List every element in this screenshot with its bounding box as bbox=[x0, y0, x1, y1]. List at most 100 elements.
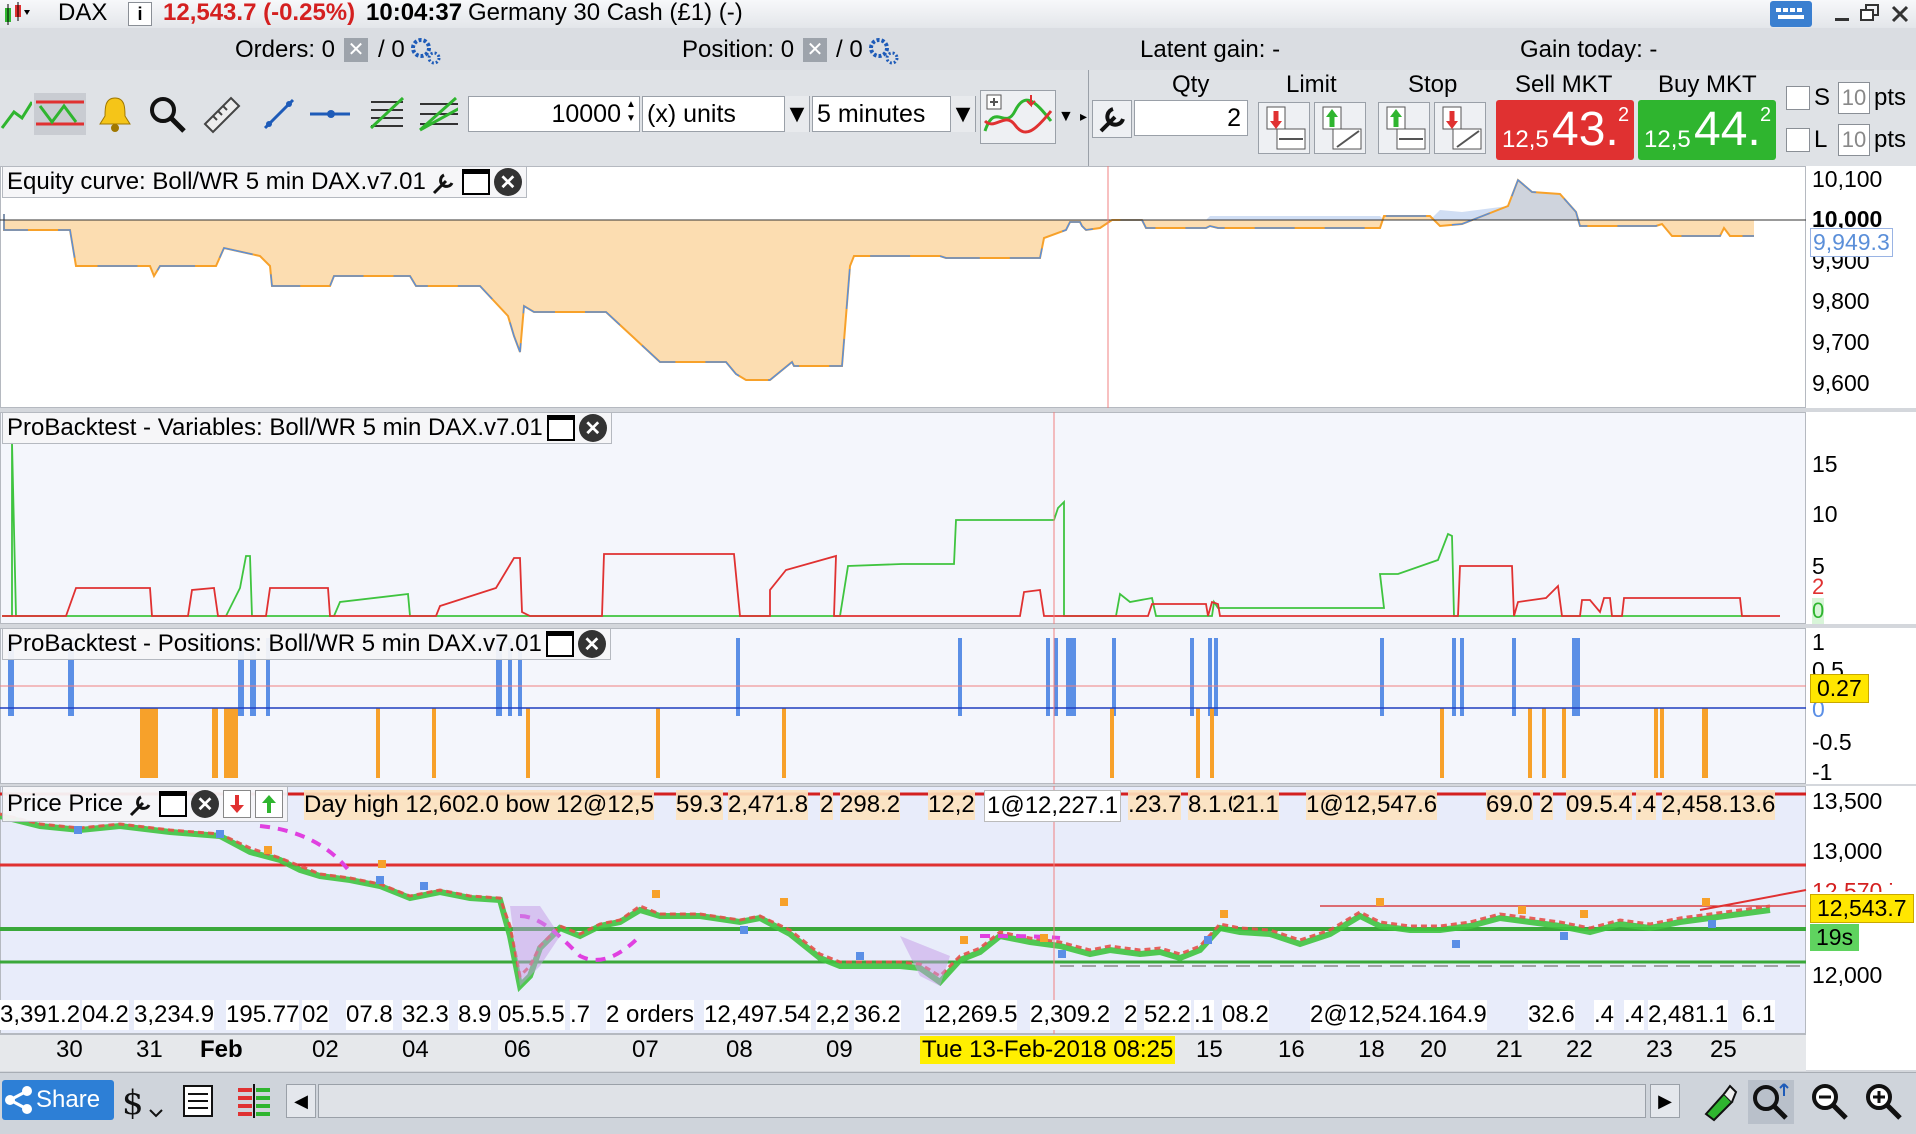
scroll-left-icon[interactable]: ◀ bbox=[286, 1084, 316, 1118]
price-order-label: 02 bbox=[302, 1000, 329, 1030]
price-overlay-label: 2,458.1 bbox=[1662, 790, 1743, 820]
chevron-down-icon[interactable]: ▼ bbox=[950, 96, 975, 132]
stop-checkbox[interactable] bbox=[1786, 86, 1810, 110]
price-order-label: .4 bbox=[1624, 1000, 1645, 1030]
limit-sell-button[interactable] bbox=[1258, 102, 1310, 154]
close-panel-icon[interactable]: ✕ bbox=[578, 414, 607, 442]
price-order-label: 3,391.2 bbox=[0, 1000, 81, 1030]
quantity-input[interactable]: 10000 bbox=[468, 96, 640, 132]
chevron-right-icon[interactable]: ▸ bbox=[1080, 108, 1087, 125]
share-label: Share bbox=[36, 1086, 101, 1113]
zoom-search-icon[interactable] bbox=[146, 93, 188, 135]
horizontal-line-icon[interactable] bbox=[308, 93, 350, 135]
close-icon[interactable] bbox=[1888, 2, 1912, 26]
date-label: 31 bbox=[136, 1036, 163, 1063]
restore-icon[interactable] bbox=[1858, 2, 1882, 26]
price-y-label: 12,000 bbox=[1812, 962, 1883, 988]
draw-tools-icon[interactable] bbox=[1700, 1080, 1738, 1122]
fan-icon[interactable] bbox=[416, 93, 458, 135]
currency-icon[interactable]: $ bbox=[118, 1080, 166, 1124]
price-overlay-label: 12,2 bbox=[928, 790, 975, 820]
share-icon bbox=[2, 1083, 36, 1117]
price-order-label: 08.2 bbox=[1222, 1000, 1269, 1030]
positions-panel-title: ProBacktest - Positions: Boll/WR 5 min D… bbox=[2, 628, 611, 660]
price-overlay-label: .4 bbox=[1612, 790, 1633, 820]
price-overlay-label: 2 bbox=[820, 790, 834, 820]
close-panel-icon[interactable]: ✕ bbox=[493, 168, 522, 196]
maximize-panel-icon[interactable] bbox=[546, 415, 575, 441]
qty-input[interactable]: 2 bbox=[1134, 100, 1248, 136]
equity-chart bbox=[0, 166, 1806, 408]
limit-header: Limit bbox=[1286, 71, 1337, 98]
price-y-label: 13,000 bbox=[1812, 838, 1883, 864]
horizontal-scrollbar[interactable] bbox=[318, 1084, 1646, 1118]
buy-arrow-icon[interactable] bbox=[255, 790, 284, 818]
limit-pts-input[interactable]: 10 bbox=[1838, 124, 1870, 156]
stop-checkbox-label: S bbox=[1814, 84, 1831, 111]
sell-arrow-icon[interactable] bbox=[223, 790, 252, 818]
variables-y-label: 15 bbox=[1812, 451, 1838, 477]
date-label: 07 bbox=[632, 1036, 659, 1063]
position-count[interactable]: Position: 0 bbox=[682, 36, 794, 64]
price-order-label: 05.5.5 bbox=[498, 1000, 565, 1030]
sell-market-button[interactable]: 12,5 43. 2 bbox=[1496, 100, 1634, 160]
equity-panel-title: Equity curve: Boll/WR 5 min DAX.v7.01 ✕ bbox=[2, 166, 527, 198]
alert-bell-icon[interactable] bbox=[94, 93, 136, 135]
stop-sell-button[interactable] bbox=[1434, 102, 1486, 154]
sell-header: Sell MKT bbox=[1515, 71, 1613, 98]
limit-checkbox[interactable] bbox=[1786, 128, 1810, 152]
equity-y-label: 10,100 bbox=[1812, 166, 1883, 192]
date-label: 22 bbox=[1566, 1036, 1593, 1063]
ruler-icon[interactable] bbox=[200, 93, 242, 135]
date-label: 04 bbox=[402, 1036, 429, 1063]
share-button[interactable]: Share bbox=[2, 1080, 114, 1120]
list-icon[interactable] bbox=[180, 1082, 216, 1120]
zoom-in-icon[interactable] bbox=[1862, 1080, 1904, 1124]
trendline-icon[interactable] bbox=[258, 93, 300, 135]
latent-gain: Latent gain: - bbox=[1140, 36, 1281, 63]
equity-y-label: 9,800 bbox=[1812, 288, 1870, 314]
buy-header: Buy MKT bbox=[1658, 71, 1757, 98]
chevron-down-icon[interactable]: ▼ bbox=[1058, 108, 1074, 126]
auto-zoom-icon[interactable] bbox=[1748, 1080, 1794, 1124]
chart-type-icon[interactable] bbox=[2, 2, 32, 26]
fibonacci-icon[interactable] bbox=[366, 93, 408, 135]
price-overlay-label: 21.1 bbox=[1232, 790, 1279, 820]
units-select[interactable]: (x) units ▼ bbox=[642, 96, 810, 132]
close-panel-icon[interactable]: ✕ bbox=[577, 630, 606, 658]
instrument-price: 12,543.7 (-0.25%) bbox=[163, 0, 356, 26]
position-settings-icon[interactable] bbox=[866, 36, 900, 66]
price-order-label: 2@12,524.1 bbox=[1310, 1000, 1442, 1030]
wrench-icon[interactable] bbox=[430, 169, 458, 195]
info-icon[interactable]: i bbox=[128, 2, 152, 26]
price-order-label: 8.9 bbox=[458, 1000, 492, 1030]
stop-pts-input[interactable]: 10 bbox=[1838, 82, 1870, 114]
keyboard-icon[interactable] bbox=[1770, 1, 1812, 27]
maximize-panel-icon[interactable] bbox=[545, 631, 574, 657]
buy-market-button[interactable]: 12,5 44. 2 bbox=[1638, 100, 1776, 160]
cancel-orders-icon[interactable]: ✕ bbox=[344, 38, 368, 62]
limit-buy-button[interactable] bbox=[1314, 102, 1366, 154]
chevron-down-icon[interactable]: ▼ bbox=[784, 96, 809, 132]
close-panel-icon[interactable]: ✕ bbox=[191, 790, 220, 818]
maximize-panel-icon[interactable] bbox=[159, 791, 188, 817]
instrument-name[interactable]: DAX bbox=[58, 0, 107, 27]
orders-count[interactable]: Orders: 0 bbox=[235, 36, 335, 64]
orders-settings-icon[interactable] bbox=[408, 36, 442, 66]
order-book-icon[interactable] bbox=[234, 1082, 274, 1120]
scroll-right-icon[interactable]: ▶ bbox=[1650, 1084, 1680, 1118]
maximize-panel-icon[interactable] bbox=[461, 169, 490, 195]
channel-draw-icon[interactable] bbox=[34, 93, 86, 135]
line-draw-icon[interactable] bbox=[0, 93, 32, 135]
close-position-icon[interactable]: ✕ bbox=[803, 38, 827, 62]
date-crosshair-label: Tue 13-Feb-2018 08:25 bbox=[920, 1036, 1176, 1064]
stop-buy-button[interactable] bbox=[1378, 102, 1430, 154]
quantity-stepper[interactable]: ▲ ▼ bbox=[624, 98, 638, 130]
minimize-icon[interactable] bbox=[1832, 2, 1854, 26]
zoom-out-icon[interactable] bbox=[1808, 1080, 1850, 1124]
timeframe-select[interactable]: 5 minutes ▼ bbox=[812, 96, 976, 132]
price-order-label: 2,2 bbox=[816, 1000, 850, 1030]
indicators-icon[interactable] bbox=[980, 90, 1056, 144]
wrench-icon[interactable] bbox=[1092, 100, 1132, 138]
wrench-icon[interactable] bbox=[127, 791, 155, 817]
